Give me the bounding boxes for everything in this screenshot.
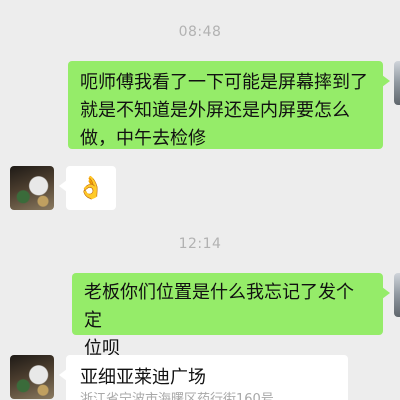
timestamp: 12:14	[178, 236, 222, 252]
message-line: 老板你们位置是什么我忘记了发个定	[84, 282, 354, 331]
timestamp: 08:48	[178, 24, 222, 40]
avatar-photo	[10, 166, 54, 210]
contact-avatar[interactable]	[10, 355, 54, 399]
location-title: 亚细亚莱迪广场	[80, 367, 206, 388]
message-line: 就是不知道是外屏还是内屏要怎么	[80, 100, 350, 121]
location-message-card[interactable]: 亚细亚莱迪广场 浙江省宁波市海曙区药行街160号	[59, 355, 348, 400]
message-bubble-outgoing[interactable]: 老板你们位置是什么我忘记了发个定 位呗	[72, 273, 390, 359]
ok-hand-emoji-icon: 👌	[77, 175, 105, 201]
self-avatar[interactable]	[394, 273, 400, 317]
self-avatar[interactable]	[394, 61, 400, 105]
avatar-photo	[10, 355, 54, 399]
contact-avatar[interactable]	[10, 166, 54, 210]
message-bubble-outgoing[interactable]: 呃师傅我看了一下可能是屏幕摔到了 就是不知道是外屏还是内屏要怎么 做，中午去检修	[68, 61, 390, 149]
message-line: 呃师傅我看了一下可能是屏幕摔到了	[80, 72, 368, 93]
chat-view: 08:48 呃师傅我看了一下可能是屏幕摔到了 就是不知道是外屏还是内屏要怎么 做…	[0, 0, 400, 400]
location-address: 浙江省宁波市海曙区药行街160号	[80, 392, 274, 400]
message-bubble-incoming[interactable]: 👌	[59, 166, 116, 210]
message-line: 做，中午去检修	[80, 128, 206, 149]
